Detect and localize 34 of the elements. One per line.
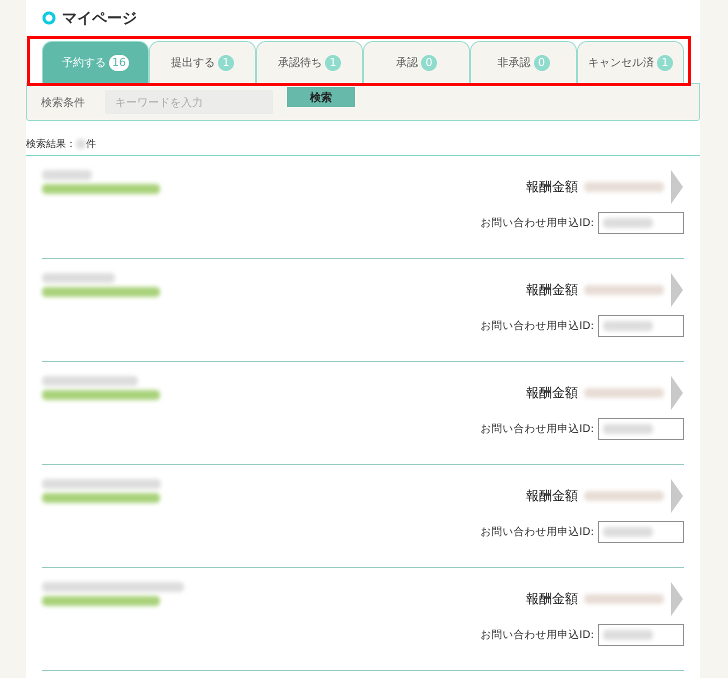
id-label: お問い合わせ用申込ID: [480, 525, 594, 539]
tab[interactable]: 非承認 0 [470, 41, 577, 83]
id-field[interactable] [598, 212, 684, 234]
tab[interactable]: 承認 0 [363, 41, 470, 83]
reward-label: 報酬金額 [526, 488, 578, 505]
reward-label: 報酬金額 [526, 179, 578, 196]
redacted-count [76, 139, 86, 149]
ring-icon [42, 11, 56, 25]
search-button[interactable]: 検索 [287, 87, 355, 107]
redacted-title [42, 170, 92, 180]
search-label: 検索条件 [41, 94, 86, 110]
id-label: お問い合わせ用申込ID: [480, 319, 594, 333]
results-label: 検索結果： [26, 138, 76, 151]
results-unit: 件 [86, 138, 96, 151]
id-label: お問い合わせ用申込ID: [480, 628, 594, 642]
reward-label: 報酬金額 [526, 385, 578, 402]
chevron-right-icon[interactable] [670, 479, 684, 513]
id-field[interactable] [598, 418, 684, 440]
id-field[interactable] [598, 521, 684, 543]
tab[interactable]: キャンセル済 1 [577, 41, 684, 83]
id-field[interactable] [598, 315, 684, 337]
chevron-right-icon[interactable] [670, 273, 684, 307]
search-field[interactable]: キーワードを入力 [105, 90, 273, 114]
reward-label: 報酬金額 [526, 591, 578, 608]
id-label: お問い合わせ用申込ID: [480, 422, 594, 436]
page-title: マイページ [62, 8, 137, 28]
reward-label: 報酬金額 [526, 282, 578, 299]
chevron-right-icon[interactable] [670, 170, 684, 204]
chevron-right-icon[interactable] [670, 376, 684, 410]
chevron-right-icon[interactable] [670, 582, 684, 616]
id-label: お問い合わせ用申込ID: [480, 216, 594, 230]
tab[interactable]: 承認待ち 1 [256, 41, 363, 83]
id-field[interactable] [598, 624, 684, 646]
tab[interactable]: 提出する 1 [149, 41, 256, 83]
